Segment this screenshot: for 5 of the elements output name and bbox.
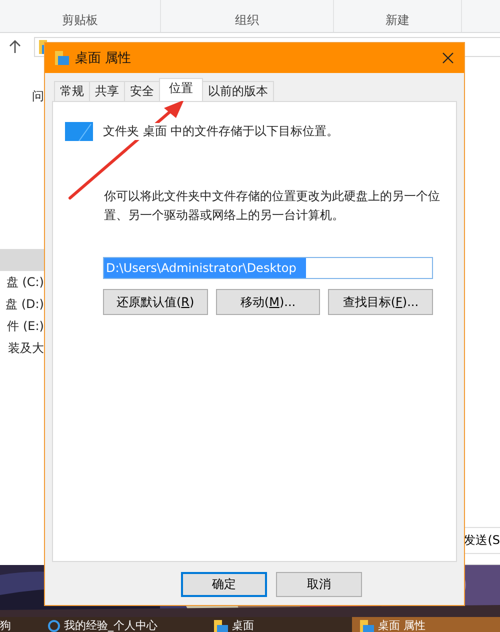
- ribbon-group-label: 组织: [235, 12, 259, 29]
- window-title: 桌面 属性: [75, 50, 132, 67]
- ribbon-group-label: 剪贴板: [62, 12, 98, 29]
- ribbon-group-label: 新建: [386, 12, 410, 29]
- info-text: 你可以将此文件夹中文件存储的位置更改为此硬盘上的另一个位置、另一个驱动器或网络上的另一台计算机。: [104, 188, 441, 224]
